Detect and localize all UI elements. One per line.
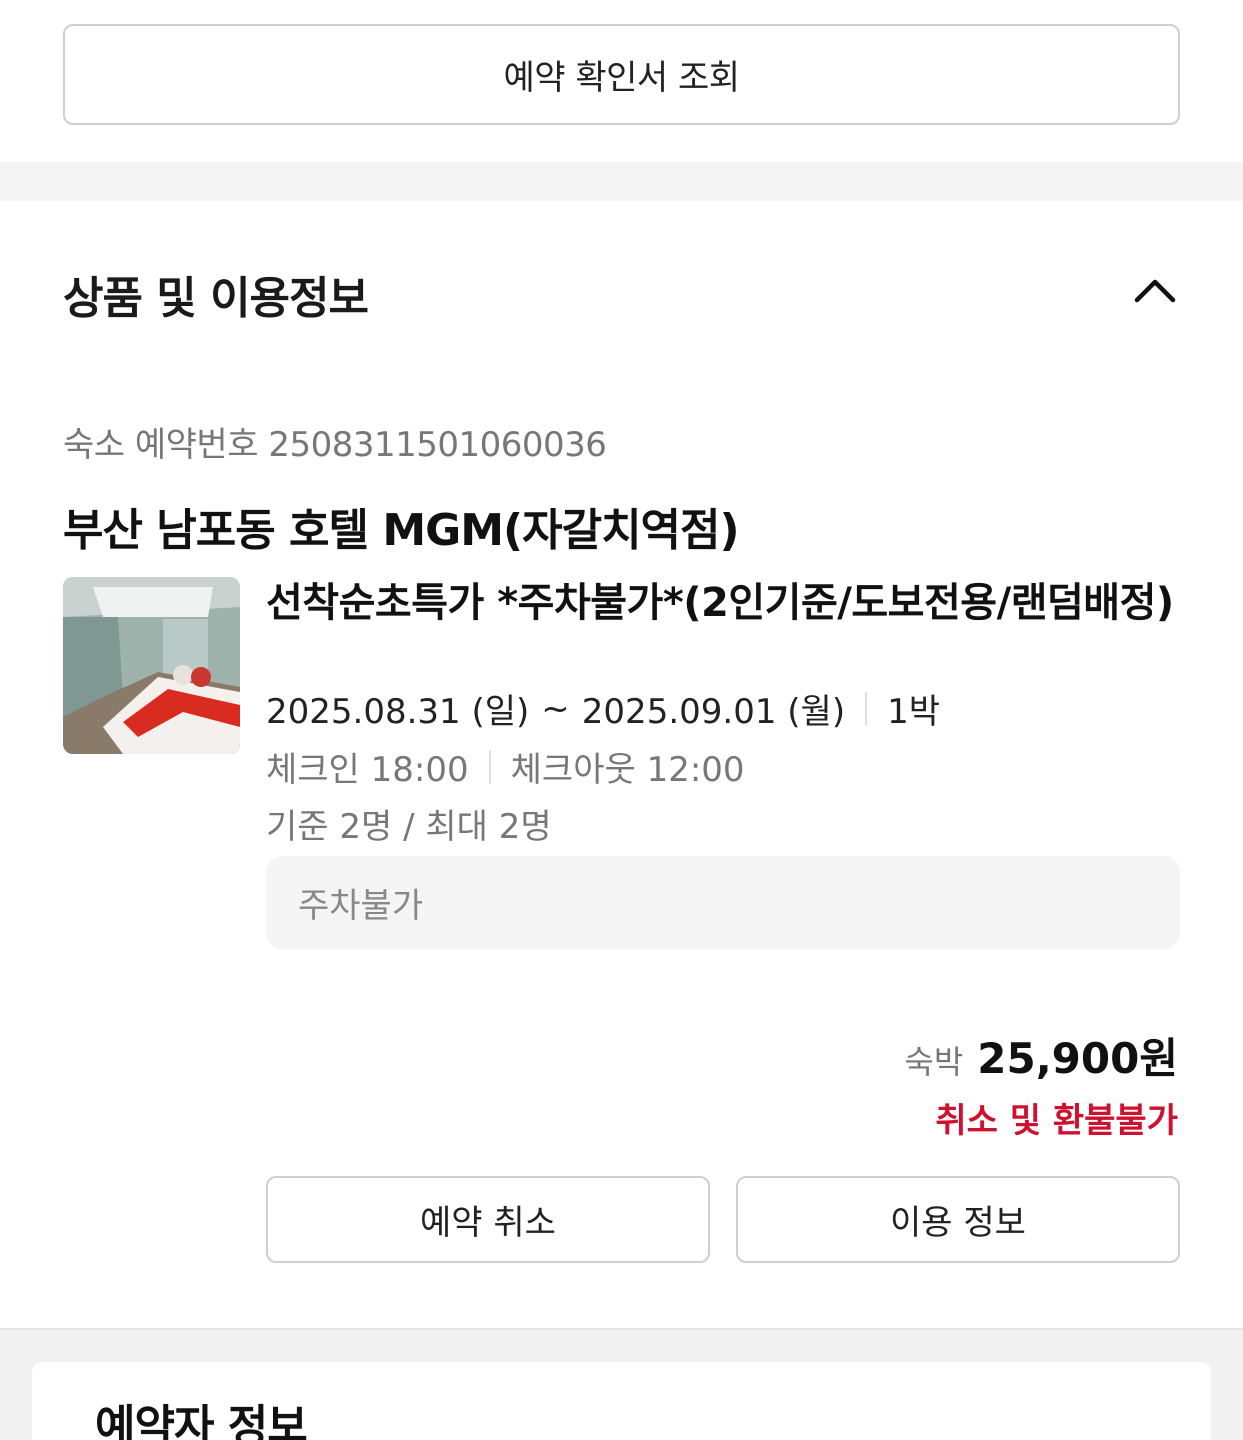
stay-dates: 2025.08.31 (일) ~ 2025.09.01 (월) 1박 [266, 684, 940, 733]
section-title: 상품 및 이용정보 [63, 273, 369, 324]
price-value: 25,900원 [977, 1034, 1178, 1083]
reservation-number: 숙소 예약번호 2508311501060036 [63, 417, 607, 466]
reservation-number-label: 숙소 예약번호 [63, 425, 259, 465]
reservation-number-value: 2508311501060036 [268, 425, 607, 465]
room-note: 주차불가 [298, 886, 424, 926]
booker-info-card: 예약자 정보 [32, 1362, 1211, 1440]
nights-count: 1박 [887, 692, 941, 732]
room-thumbnail[interactable] [63, 577, 240, 754]
check-out-date: 2025.09.01 (월) [581, 692, 846, 732]
check-in-time: 체크인 18:00 [266, 750, 469, 790]
room-capacity: 기준 2명 / 최대 2명 [266, 807, 552, 847]
chevron-up-icon[interactable] [1133, 268, 1177, 312]
hotel-name: 부산 남포동 호텔 MGM(자갈치역점) [63, 505, 740, 556]
section-divider [0, 162, 1243, 201]
booker-info-title: 예약자 정보 [95, 1401, 308, 1440]
divider [865, 691, 868, 726]
check-times: 체크인 18:00 체크아웃 12:00 [266, 742, 745, 791]
price-label: 숙박 [904, 1043, 964, 1081]
cancel-reservation-button[interactable]: 예약 취소 [266, 1176, 710, 1263]
check-out-time: 체크아웃 12:00 [510, 750, 745, 790]
view-confirmation-button[interactable]: 예약 확인서 조회 [63, 24, 1180, 125]
usage-info-label: 이용 정보 [890, 1203, 1026, 1243]
divider [488, 749, 491, 784]
view-confirmation-label: 예약 확인서 조회 [503, 58, 740, 98]
cancel-reservation-label: 예약 취소 [420, 1203, 556, 1243]
usage-info-button[interactable]: 이용 정보 [736, 1176, 1180, 1263]
room-photo [63, 577, 240, 754]
refund-policy: 취소 및 환불불가 [935, 1101, 1178, 1141]
price-row: 숙박 25,900원 [904, 1025, 1178, 1086]
room-name: 선착순초특가 *주차불가*(2인기준/도보전용/랜덤배정) [266, 580, 1174, 626]
confirmation-area: 예약 확인서 조회 [0, 0, 1243, 162]
check-in-date: 2025.08.31 (일) [266, 692, 530, 732]
date-separator: ~ [541, 688, 570, 729]
room-note-box: 주차불가 [266, 856, 1180, 949]
reservation-detail-page: 예약 확인서 조회 상품 및 이용정보 숙소 예약번호 250831150106… [0, 0, 1243, 1440]
